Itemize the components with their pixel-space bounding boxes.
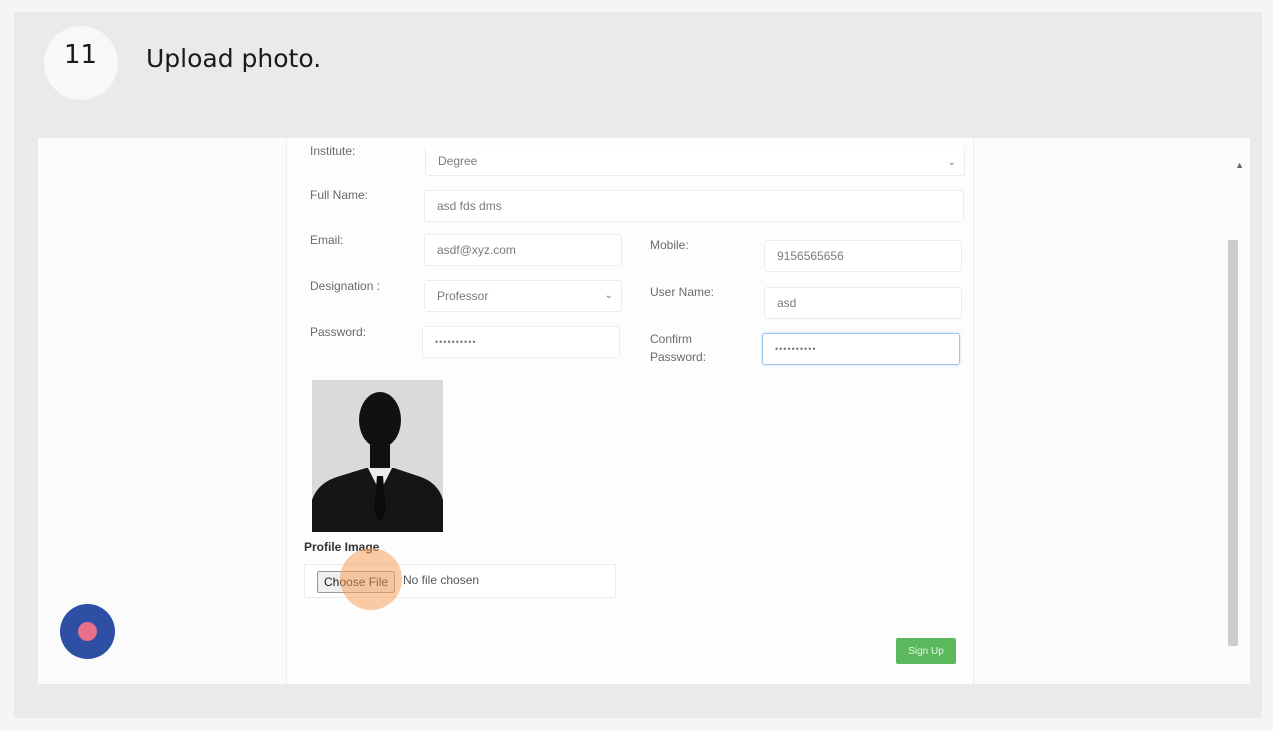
confirm-password-input[interactable]: •••••••••• [762, 333, 960, 365]
full-name-label: Full Name: [310, 188, 369, 202]
record-dot-icon [78, 622, 97, 641]
full-name-input[interactable]: asd fds dms [424, 190, 964, 222]
confirm-password-label: Confirm Password: [650, 330, 706, 366]
sign-up-button[interactable]: Sign Up [896, 638, 956, 664]
file-status-text: No file chosen [403, 573, 480, 587]
user-name-input[interactable]: asd [764, 287, 962, 319]
step-number: 11 [64, 40, 98, 70]
email-label: Email: [310, 233, 344, 247]
scrollbar-thumb[interactable] [1228, 240, 1238, 646]
full-name-value: asd fds dms [437, 199, 502, 213]
confirm-password-label-line1: Confirm [650, 332, 693, 346]
user-name-value: asd [777, 296, 797, 310]
mobile-value: 9156565656 [777, 249, 844, 263]
user-name-label: User Name: [650, 285, 715, 299]
designation-value: Professor [437, 289, 489, 303]
mobile-label: Mobile: [650, 238, 689, 252]
profile-image-preview [312, 380, 443, 532]
person-silhouette-icon [312, 380, 443, 532]
mobile-input[interactable]: 9156565656 [764, 240, 962, 272]
password-value: •••••••••• [435, 337, 477, 347]
chevron-down-icon: ⌄ [947, 157, 956, 168]
email-input[interactable]: asdf@xyz.com [424, 234, 622, 266]
confirm-password-value: •••••••••• [775, 344, 817, 354]
password-label: Password: [310, 325, 367, 339]
scroll-down-arrow-icon[interactable]: ▼ [1235, 682, 1244, 684]
designation-select[interactable]: Professor ⌄ [424, 280, 622, 312]
institute-select[interactable]: Degree ⌄ [425, 146, 965, 176]
scroll-up-arrow-icon[interactable]: ▲ [1235, 160, 1244, 170]
click-indicator [340, 548, 402, 610]
designation-label: Designation : [310, 279, 381, 293]
recording-fab-button[interactable] [60, 604, 115, 659]
institute-value: Degree [438, 153, 478, 168]
chevron-down-icon: ⌄ [604, 290, 613, 301]
step-instruction: Upload photo. [146, 44, 322, 73]
email-value: asdf@xyz.com [437, 243, 516, 257]
confirm-password-label-line2: Password: [650, 350, 707, 364]
password-input[interactable]: •••••••••• [422, 326, 620, 358]
institute-label: Institute: [310, 144, 356, 158]
